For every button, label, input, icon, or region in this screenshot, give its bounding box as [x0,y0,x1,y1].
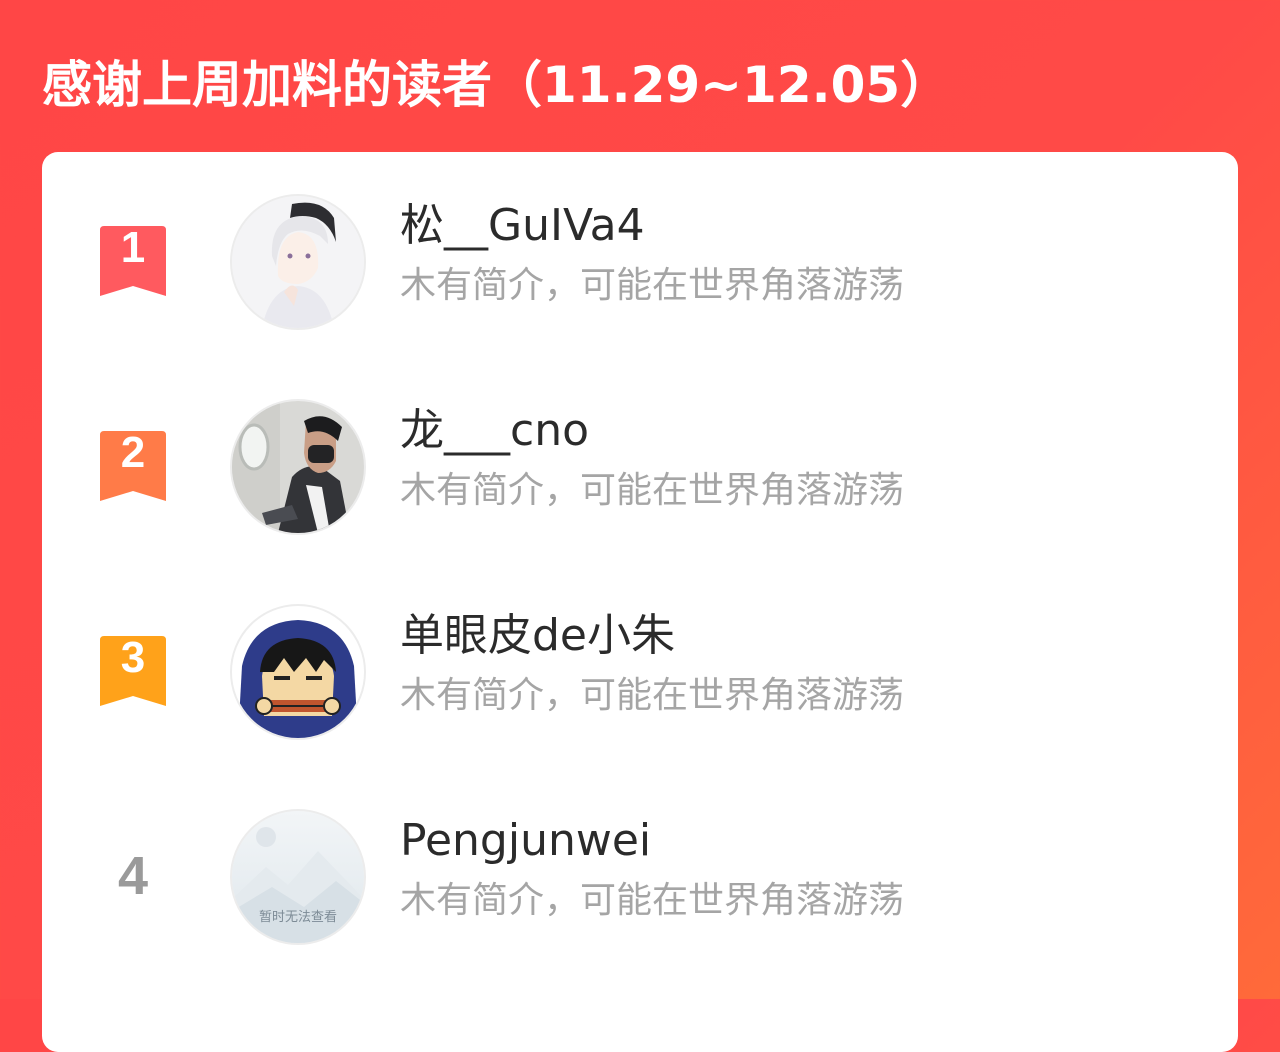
rank-number: 2 [121,429,145,477]
rank-number: 4 [117,846,149,906]
reader-intro: 木有简介，可能在世界角落游荡 [400,880,905,921]
reader-name[interactable]: 单眼皮de小朱 [400,610,675,662]
anime-boy-cap-avatar-icon[interactable] [230,194,366,330]
reader-row-1[interactable]: 1 松__GuIVa4 木有简介，可能在世界角落游荡 [42,190,1238,340]
reader-name[interactable]: 松__GuIVa4 [400,200,645,252]
reader-intro: 木有简介，可能在世界角落游荡 [400,675,905,716]
rank-ribbon-icon-gold-red: 1 [98,224,168,296]
page-title: 感谢上周加料的读者（11.29~12.05） [42,56,951,114]
reader-intro: 木有简介，可能在世界角落游荡 [400,470,905,511]
cartoon-hoodie-avatar-icon[interactable] [230,604,366,740]
reader-intro: 木有简介，可能在世界角落游荡 [400,265,905,306]
man-airplane-mask-avatar-icon[interactable] [230,399,366,535]
rank-ribbon-icon-yellow: 3 [98,634,168,706]
avatar-caption: 暂时无法查看 [259,909,337,925]
image-unavailable-placeholder-icon[interactable]: 暂时无法查看 [230,809,366,945]
reader-list-panel: 1 松__GuIVa4 木有简介，可能在世界角落游荡 2 龙___cno 木有简… [42,152,1238,1052]
reader-row-4[interactable]: 4 暂时无法查看 Pengjunwei 木有简介，可能在世界角落游荡 [42,805,1238,955]
reader-name[interactable]: 龙___cno [400,405,589,457]
reader-name[interactable]: Pengjunwei [400,815,651,867]
reader-row-2[interactable]: 2 龙___cno 木有简介，可能在世界角落游荡 [42,395,1238,545]
rank-number: 1 [121,224,145,272]
rank-ribbon-icon-orange: 2 [98,429,168,501]
reader-row-3[interactable]: 3 单眼皮de小朱 木有简介，可能在世界角落游荡 [42,600,1238,750]
rank-number: 3 [121,634,145,682]
